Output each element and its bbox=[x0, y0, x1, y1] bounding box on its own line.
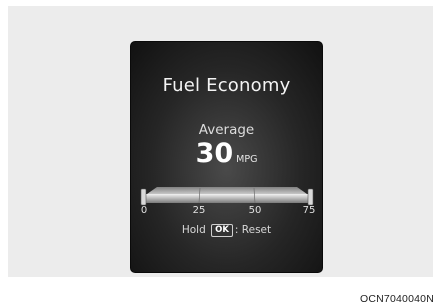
fuel-economy-gauge bbox=[140, 187, 314, 206]
ok-key-icon: OK bbox=[211, 224, 233, 237]
hint-prefix: Hold bbox=[181, 224, 206, 236]
gauge-tick-label-50: 50 bbox=[248, 205, 262, 216]
cluster-display: Fuel Economy Average 30 MPG 0 25 50 75 H… bbox=[130, 41, 323, 273]
gauge-tick-label-75: 75 bbox=[302, 205, 316, 216]
gauge-right-cap bbox=[307, 188, 314, 206]
figure-code: OCN7040040N bbox=[360, 293, 434, 305]
gauge-tick-label-25: 25 bbox=[192, 205, 206, 216]
gauge-bar bbox=[144, 194, 310, 203]
gauge-bar-top bbox=[147, 187, 307, 194]
gauge-left-cap bbox=[140, 188, 147, 206]
reset-hint: Hold OK: Reset bbox=[131, 224, 322, 237]
gauge-tick-label-0: 0 bbox=[140, 205, 148, 216]
hint-suffix: : Reset bbox=[234, 224, 272, 236]
